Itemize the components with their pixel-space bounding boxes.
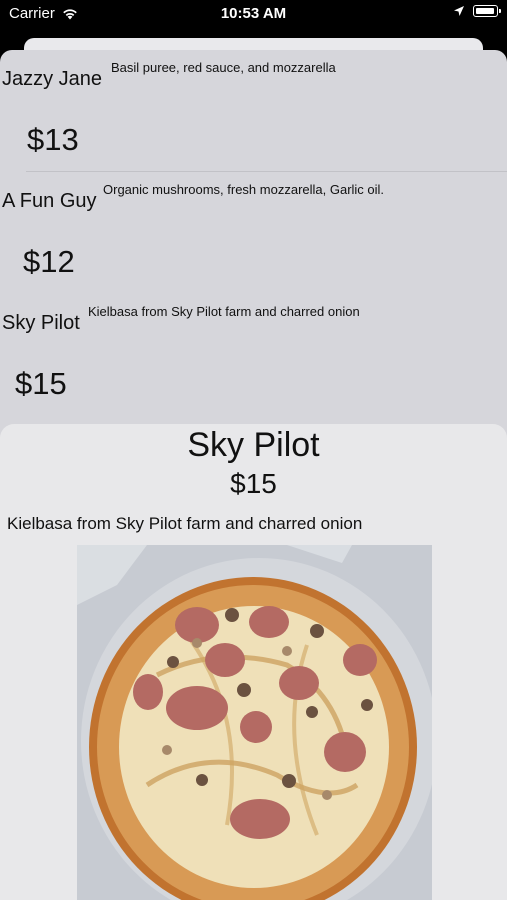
location-arrow-icon: [454, 6, 464, 16]
pizza-list-item[interactable]: Sky Pilot Kielbasa from Sky Pilot farm a…: [0, 294, 507, 416]
pizza-photo: [77, 545, 432, 900]
pizza-description: Organic mushrooms, fresh mozzarella, Gar…: [103, 182, 385, 197]
pizza-name: Jazzy Jane: [2, 68, 103, 90]
status-time: 10:53 AM: [220, 5, 287, 22]
pizza-description: Basil puree, red sauce, and mozzarella: [111, 60, 336, 75]
detail-description: Kielbasa from Sky Pilot farm and charred…: [7, 514, 363, 533]
pizza-list-item[interactable]: Jazzy Jane Basil puree, red sauce, and m…: [0, 50, 507, 172]
detail-title: Sky Pilot: [187, 426, 320, 464]
battery-icon: [473, 5, 501, 17]
pizza-description: Kielbasa from Sky Pilot farm and charred…: [88, 304, 360, 319]
status-bar: Carrier 10:53 AM: [0, 0, 507, 30]
pizza-price: $13: [27, 122, 79, 157]
status-right: [453, 5, 501, 17]
pizza-price: $15: [15, 366, 67, 401]
pizza-name: A Fun Guy: [2, 190, 97, 212]
pizza-name: Sky Pilot: [2, 312, 80, 334]
pizza-list-item[interactable]: A Fun Guy Organic mushrooms, fresh mozza…: [0, 172, 507, 294]
pizza-image: [77, 545, 432, 900]
pizza-price: $12: [23, 244, 75, 279]
pizza-list-sheet: Jazzy Jane Basil puree, red sauce, and m…: [0, 50, 507, 450]
detail-price: $15: [230, 468, 277, 499]
pizza-detail-sheet: Sky Pilot $15 Kielbasa from Sky Pilot fa…: [0, 424, 507, 900]
